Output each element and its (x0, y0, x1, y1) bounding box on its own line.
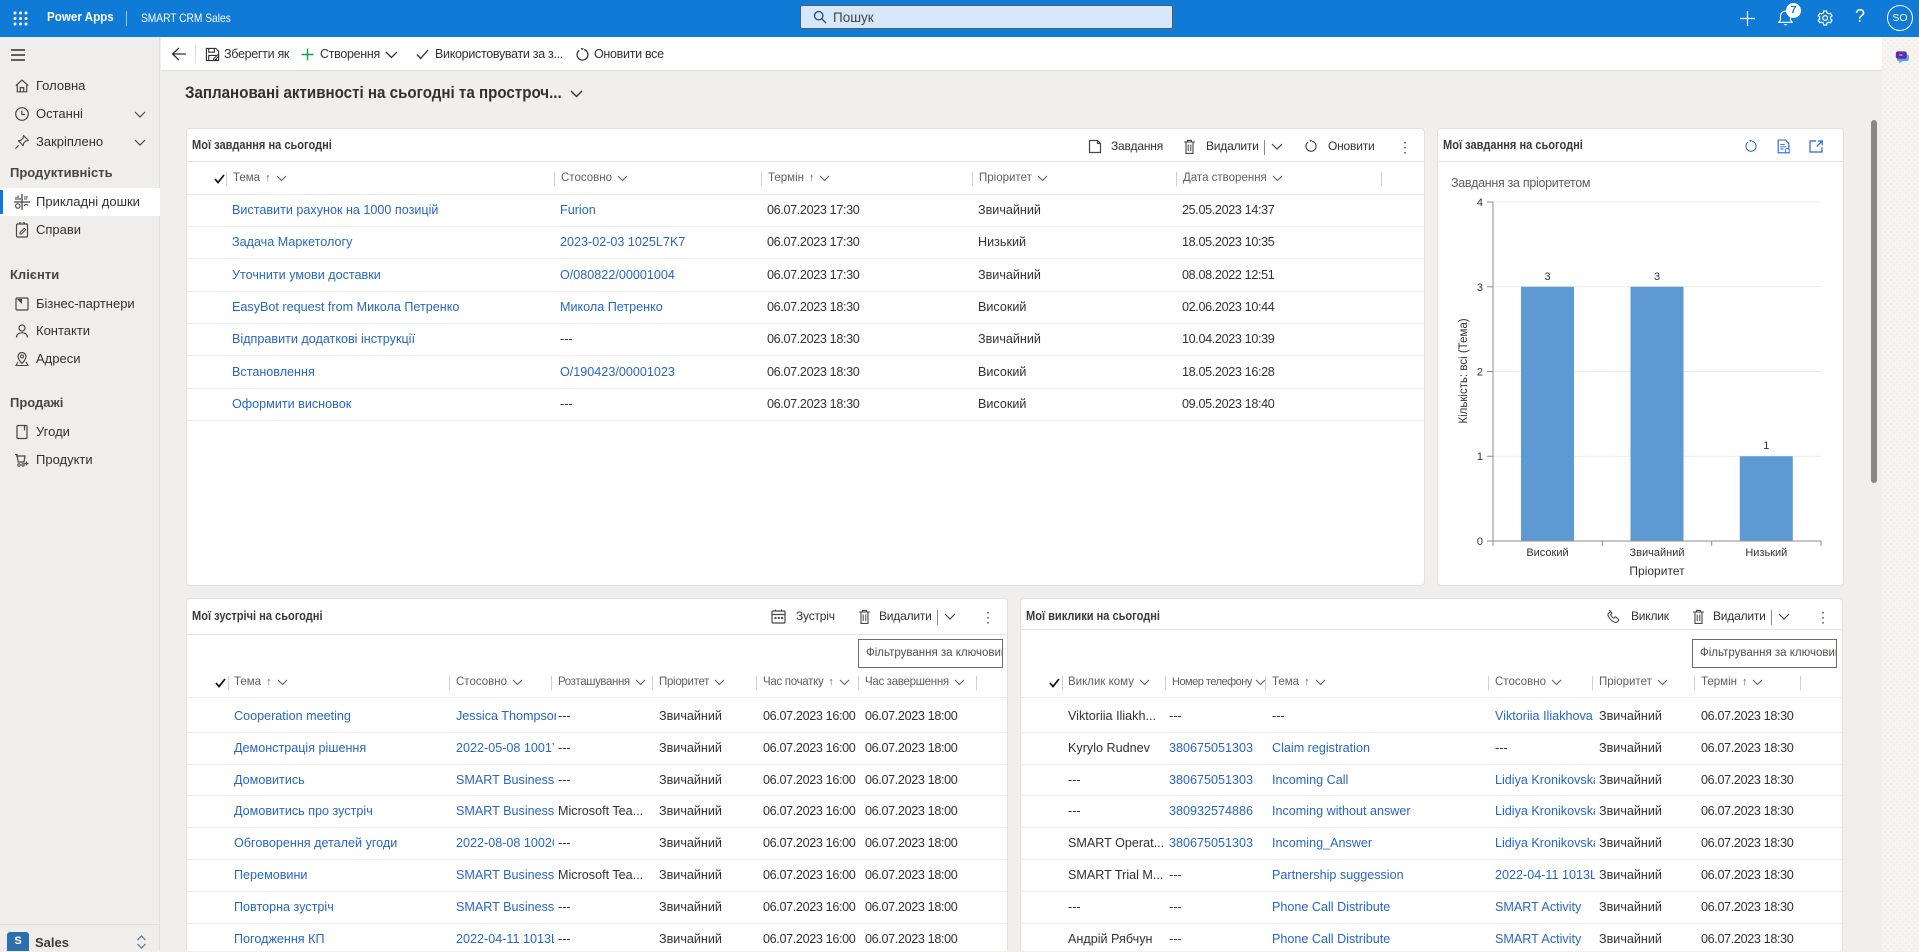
svg-text:1: 1 (1763, 440, 1769, 452)
svg-text:Кількість: всі (Тема): Кількість: всі (Тема) (1458, 318, 1470, 423)
svg-text:Завдання за пріоритетом: Завдання за пріоритетом (1451, 176, 1590, 190)
svg-text:Пріоритет: Пріоритет (1629, 564, 1685, 578)
svg-text:2: 2 (1477, 367, 1483, 379)
svg-text:0: 0 (1477, 536, 1483, 548)
svg-text:Високий: Високий (1526, 547, 1568, 559)
svg-text:Низький: Низький (1745, 547, 1787, 559)
svg-text:3: 3 (1654, 271, 1660, 283)
svg-text:4: 4 (1477, 197, 1483, 209)
svg-text:3: 3 (1544, 271, 1550, 283)
svg-text:3: 3 (1477, 282, 1483, 294)
svg-text:Звичайний: Звичайний (1630, 547, 1685, 559)
svg-text:1: 1 (1477, 451, 1483, 463)
